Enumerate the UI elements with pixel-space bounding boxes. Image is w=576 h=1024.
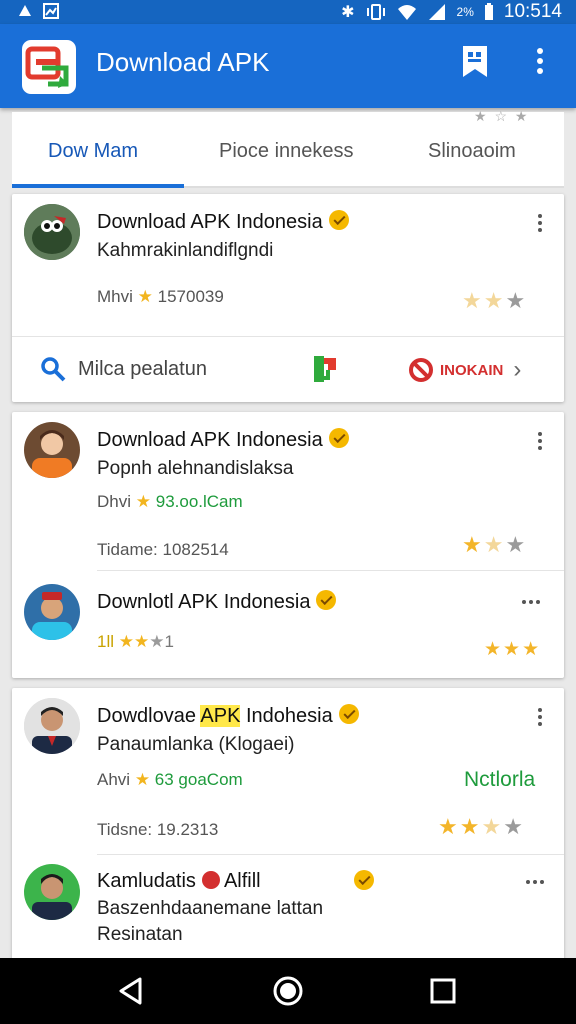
rating-stars: ★★★ <box>462 288 528 313</box>
divider <box>97 570 564 571</box>
verified-icon <box>328 428 349 448</box>
battery-icon <box>484 3 493 20</box>
star-icon: ★ <box>135 492 151 511</box>
verified-icon <box>316 590 337 610</box>
clock: 10:514 <box>503 1 562 22</box>
notification-icon <box>19 5 31 16</box>
bluetooth-icon: ✱ <box>341 4 355 21</box>
app-card[interactable]: Download APK Indonesia Popnh alehnandisl… <box>12 412 564 678</box>
rating-stars: ★★★ <box>462 532 528 557</box>
avatar <box>24 864 80 920</box>
more-options-icon[interactable] <box>526 880 544 884</box>
app-meta: Mhvi ★ 1570039 <box>97 287 224 306</box>
app-bar: Download APK <box>0 24 576 108</box>
status-bar: ✱ 2% 10:514 <box>0 0 576 24</box>
verified-icon <box>328 210 349 230</box>
more-options-button[interactable] <box>530 48 550 84</box>
reject-action-label: INOKAIN <box>440 361 504 379</box>
tab-indicator <box>12 184 184 188</box>
app-meta: Dhvi ★ 93.oo.lCam <box>97 492 243 511</box>
signal-icon <box>428 4 445 20</box>
chevron-right-icon: › <box>513 356 522 383</box>
app-subtitle: Panaumlanka (Klogaei) <box>97 734 295 755</box>
search-action[interactable]: Milca pealatun <box>40 356 207 382</box>
avatar <box>24 422 80 478</box>
app-subtitle: Kahmrakinlandiflgndi <box>97 240 274 261</box>
divider <box>97 854 564 855</box>
tab-download-main[interactable]: Dow Mam <box>48 140 138 163</box>
app-title: Download APK <box>96 47 270 77</box>
install-button[interactable] <box>312 354 340 389</box>
back-icon[interactable] <box>116 976 146 1006</box>
search-action-label: Milca pealatun <box>78 357 207 380</box>
divider <box>12 336 564 337</box>
app-title-text: Downlotl APK Indonesia <box>97 590 337 614</box>
action-link[interactable]: Nctlorla <box>464 768 535 792</box>
app-subtitle: Resinatan <box>97 924 183 945</box>
app-logo-icon[interactable] <box>22 40 76 94</box>
system-nav-bar <box>0 958 576 1024</box>
app-card[interactable]: Dowdlovae APK Indohesia Panaumlanka (Klo… <box>12 688 564 968</box>
app-title-text: Download APK Indonesia <box>97 428 349 452</box>
app-date: Tidame: 1082514 <box>97 540 229 559</box>
recents-icon[interactable] <box>430 978 456 1004</box>
star-icon: ★ <box>137 287 153 306</box>
app-card[interactable]: Download APK Indonesia Kahmrakinlandiflg… <box>12 194 564 402</box>
battery-percent: 2% <box>456 5 474 19</box>
app-date: Tidsne: 19.2313 <box>97 820 219 839</box>
bookmark-icon <box>463 46 487 77</box>
block-icon <box>409 358 433 382</box>
tab-bar: ★ ☆ ★ Dow Mam Pioce innekess Slinoaoim <box>12 108 564 188</box>
rating-stars: ★★★★ <box>438 814 525 839</box>
more-options-icon[interactable] <box>522 600 540 604</box>
peek-stars-icon: ★ ☆ ★ <box>474 108 530 124</box>
app-meta: Ahvi ★ 63 goaCom <box>97 770 243 789</box>
more-options-icon[interactable] <box>536 708 544 729</box>
vibrate-icon <box>366 4 385 20</box>
app-title-text: Dowdlovae APK Indohesia <box>97 704 359 728</box>
tab-process[interactable]: Pioce innekess <box>219 140 354 163</box>
avatar <box>24 204 80 260</box>
reject-action[interactable]: INOKAIN › <box>408 356 521 384</box>
bookmark-button[interactable] <box>460 44 490 80</box>
app-title-text: Download APK Indonesia <box>97 210 349 234</box>
avatar <box>24 698 80 754</box>
wifi-icon <box>397 5 416 20</box>
app-title-text: Kamludatis Alfill <box>97 870 261 892</box>
install-icon <box>314 356 336 382</box>
more-options-icon[interactable] <box>536 214 544 235</box>
star-icon: ★ <box>149 632 165 651</box>
star-icon: ★ <box>118 632 134 651</box>
verified-icon <box>354 870 374 890</box>
tab-summary[interactable]: Slinoaoim <box>428 140 516 163</box>
star-icon: ★ <box>134 632 150 651</box>
star-icon: ★ <box>134 770 151 789</box>
app-subtitle: Baszenhdaanemane lattan <box>97 898 324 919</box>
status-dot-icon <box>201 871 220 889</box>
app-subtitle: Popnh alehnandislaksa <box>97 458 294 479</box>
rating-stars: ★★★ <box>484 639 542 660</box>
home-icon[interactable] <box>272 975 304 1007</box>
image-notification-icon <box>43 3 59 19</box>
app-rating-line: 1ll ★★★1 <box>97 632 174 651</box>
search-icon <box>41 357 66 382</box>
more-options-icon[interactable] <box>536 432 544 453</box>
verified-icon <box>338 704 359 724</box>
avatar <box>24 584 80 640</box>
